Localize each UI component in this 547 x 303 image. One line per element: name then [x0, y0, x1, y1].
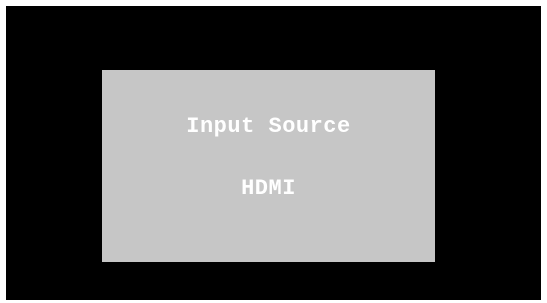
- display-screen: Input Source HDMI: [6, 6, 541, 300]
- input-source-value: HDMI: [241, 176, 296, 201]
- osd-title: Input Source: [186, 114, 351, 139]
- input-source-osd-panel: Input Source HDMI: [102, 70, 435, 262]
